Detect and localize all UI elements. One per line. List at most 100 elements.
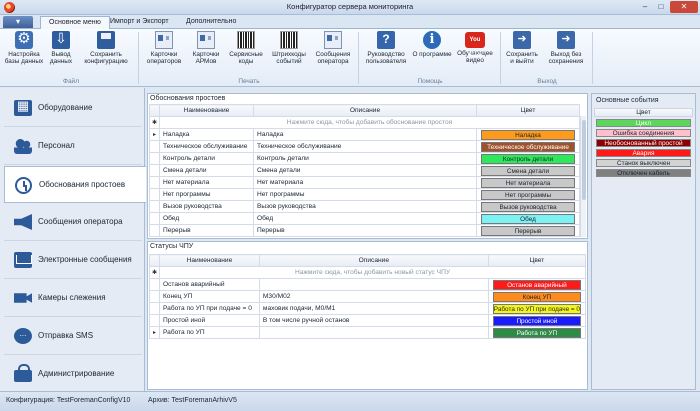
name-cell[interactable]: Нет материала xyxy=(158,176,254,189)
description-cell[interactable]: Нет программы xyxy=(252,188,478,201)
database-settings-button[interactable]: Настройка базы данных xyxy=(4,29,44,77)
color-cell[interactable]: Техническое обслуживание xyxy=(476,140,580,153)
downtime-scroll-thumb[interactable] xyxy=(582,120,586,200)
table-row[interactable]: Вызов руководства Вызов руководства Вызов … xyxy=(149,200,580,213)
name-cell[interactable]: Работа по УП xyxy=(158,326,260,339)
column-header-color[interactable]: Цвет xyxy=(487,254,587,267)
sidebar-item-administration[interactable]: Администрирование xyxy=(4,356,142,393)
description-cell[interactable]: Смена детали xyxy=(252,164,478,177)
table-row[interactable]: Смена детали Смена детали Смена детали xyxy=(149,164,580,177)
color-cell[interactable]: Работа по УП xyxy=(487,326,587,339)
table-row[interactable]: Конец УП М30/М02 Конец УП xyxy=(149,290,587,303)
color-cell[interactable]: Наладка xyxy=(476,128,580,141)
new-row-hint[interactable]: ✱ Нажмите сюда, чтобы добавить новый ста… xyxy=(149,266,587,279)
description-cell[interactable]: Техническое обслуживание xyxy=(252,140,478,153)
name-cell[interactable]: Смена детали xyxy=(158,164,254,177)
name-cell[interactable]: Техническое обслуживание xyxy=(158,140,254,153)
column-header-name[interactable]: Наименование xyxy=(158,254,260,267)
sidebar-item-personnel[interactable]: Персонал xyxy=(4,128,142,165)
minimize-button[interactable]: – xyxy=(638,1,652,13)
table-row[interactable]: ▸ Наладка Наладка Наладка xyxy=(149,128,580,141)
user-manual-button[interactable]: Руководство пользователя xyxy=(362,31,410,77)
save-config-button[interactable]: Сохранить конфигурацию xyxy=(78,31,134,77)
description-cell[interactable]: Перерыв xyxy=(252,224,478,237)
name-cell[interactable]: Контроль детали xyxy=(158,152,254,165)
operator-messages-button[interactable]: Сообщения оператора xyxy=(312,31,354,77)
table-row[interactable]: Нет материала Нет материала Нет материала xyxy=(149,176,580,189)
color-cell[interactable]: Смена детали xyxy=(476,164,580,177)
sidebar-item-sms[interactable]: Отправка SMS xyxy=(4,318,142,355)
description-cell[interactable]: В том числе ручной останов xyxy=(258,314,489,327)
table-row[interactable]: Техническое обслуживание Техническое обсл… xyxy=(149,140,580,153)
description-cell[interactable]: М30/М02 xyxy=(258,290,489,303)
event-color-item[interactable]: Цикл xyxy=(596,119,691,127)
name-cell[interactable]: Наладка xyxy=(158,128,254,141)
sidebar-item-downtime-reasons[interactable]: Обоснования простоев xyxy=(4,166,146,203)
tab-import-export[interactable]: Импорт и Экспорт xyxy=(102,16,177,29)
table-row[interactable]: Работа по УП при подаче = 0 маховик подач… xyxy=(149,302,587,315)
event-color-item[interactable]: Авария xyxy=(596,149,691,157)
exit-no-save-button[interactable]: Выход без сохранения xyxy=(544,31,588,77)
arm-cards-button[interactable]: Карточки АРМов xyxy=(188,31,224,77)
table-row[interactable]: Нет программы Нет программы Нет программы xyxy=(149,188,580,201)
color-cell[interactable]: Работа по УП при подаче = 0 xyxy=(487,302,587,315)
color-cell[interactable]: Нет материала xyxy=(476,176,580,189)
description-cell[interactable]: Вызов руководства xyxy=(252,200,478,213)
color-cell[interactable]: Контроль детали xyxy=(476,152,580,165)
table-row[interactable]: Перерыв Перерыв Перерыв xyxy=(149,224,580,237)
color-cell[interactable]: Обед xyxy=(476,212,580,225)
color-cell[interactable]: Вызов руководства xyxy=(476,200,580,213)
app-menu-button[interactable]: ▾ xyxy=(3,16,33,28)
training-video-button[interactable]: You Tube Обучающее видео xyxy=(454,31,496,77)
table-row[interactable]: ▸ Работа по УП Работа по УП xyxy=(149,326,587,339)
column-header-color[interactable]: Цвет xyxy=(476,104,580,117)
description-cell[interactable] xyxy=(258,278,489,291)
name-cell[interactable]: Работа по УП при подаче = 0 xyxy=(158,302,260,315)
about-button[interactable]: О программе xyxy=(412,31,452,77)
new-row-hint-text[interactable]: Нажмите сюда, чтобы добавить новый стату… xyxy=(158,266,587,279)
event-barcodes-button[interactable]: Штрихкоды событий xyxy=(268,31,310,77)
column-header-description[interactable]: Описание xyxy=(258,254,489,267)
sidebar-item-equipment[interactable]: Оборудование xyxy=(4,90,142,127)
column-header-name[interactable]: Наименование xyxy=(158,104,254,117)
tab-main-menu[interactable]: Основное меню xyxy=(40,16,110,29)
name-cell[interactable]: Конец УП xyxy=(158,290,260,303)
table-row[interactable]: Контроль детали Контроль детали Контроль д… xyxy=(149,152,580,165)
name-cell[interactable]: Останов аварийный xyxy=(158,278,260,291)
description-cell[interactable]: Наладка xyxy=(252,128,478,141)
new-row-hint[interactable]: ✱ Нажмите сюда, чтобы добавить обоснован… xyxy=(149,116,581,129)
description-cell[interactable]: маховик подачи, М0/М1 xyxy=(258,302,489,315)
event-color-item[interactable]: Отключен кабель xyxy=(596,169,691,177)
table-row[interactable]: Обед Обед Обед xyxy=(149,212,580,225)
table-row[interactable]: Простой иной В том числе ручной останов Пр… xyxy=(149,314,587,327)
name-cell[interactable]: Обед xyxy=(158,212,254,225)
color-cell[interactable]: Перерыв xyxy=(476,224,580,237)
new-row-hint-text[interactable]: Нажмите сюда, чтобы добавить обоснование… xyxy=(158,116,581,129)
sidebar-item-operator-messages[interactable]: Сообщения оператора xyxy=(4,204,142,241)
description-cell[interactable] xyxy=(258,326,489,339)
color-cell[interactable]: Простой иной xyxy=(487,314,587,327)
name-cell[interactable]: Перерыв xyxy=(158,224,254,237)
operator-cards-button[interactable]: Карточки операторов xyxy=(142,31,186,77)
description-cell[interactable]: Нет материала xyxy=(252,176,478,189)
tab-additional[interactable]: Дополнительно xyxy=(178,16,244,29)
sidebar-item-cameras[interactable]: Камеры слежения xyxy=(4,280,142,317)
color-cell[interactable]: Останов аварийный xyxy=(487,278,587,291)
column-header-description[interactable]: Описание xyxy=(252,104,478,117)
service-codes-button[interactable]: Сервисные коды xyxy=(226,31,266,77)
name-cell[interactable]: Вызов руководства xyxy=(158,200,254,213)
description-cell[interactable]: Обед xyxy=(252,212,478,225)
save-exit-button[interactable]: Сохранить и выйти xyxy=(504,31,540,77)
description-cell[interactable]: Контроль детали xyxy=(252,152,478,165)
table-row[interactable]: Останов аварийный Останов аварийный xyxy=(149,278,587,291)
event-color-item[interactable]: Станок выключен xyxy=(596,159,691,167)
color-cell[interactable]: Конец УП xyxy=(487,290,587,303)
maximize-button[interactable]: □ xyxy=(654,1,668,13)
data-output-button[interactable]: Вывод данных xyxy=(46,30,76,77)
name-cell[interactable]: Нет программы xyxy=(158,188,254,201)
sidebar-item-email[interactable]: Электронные сообщения xyxy=(4,242,142,279)
close-button[interactable]: ✕ xyxy=(670,1,698,13)
event-color-item[interactable]: Необоснованный простой xyxy=(596,139,691,147)
name-cell[interactable]: Простой иной xyxy=(158,314,260,327)
event-color-item[interactable]: Ошибка соединения xyxy=(596,129,691,137)
